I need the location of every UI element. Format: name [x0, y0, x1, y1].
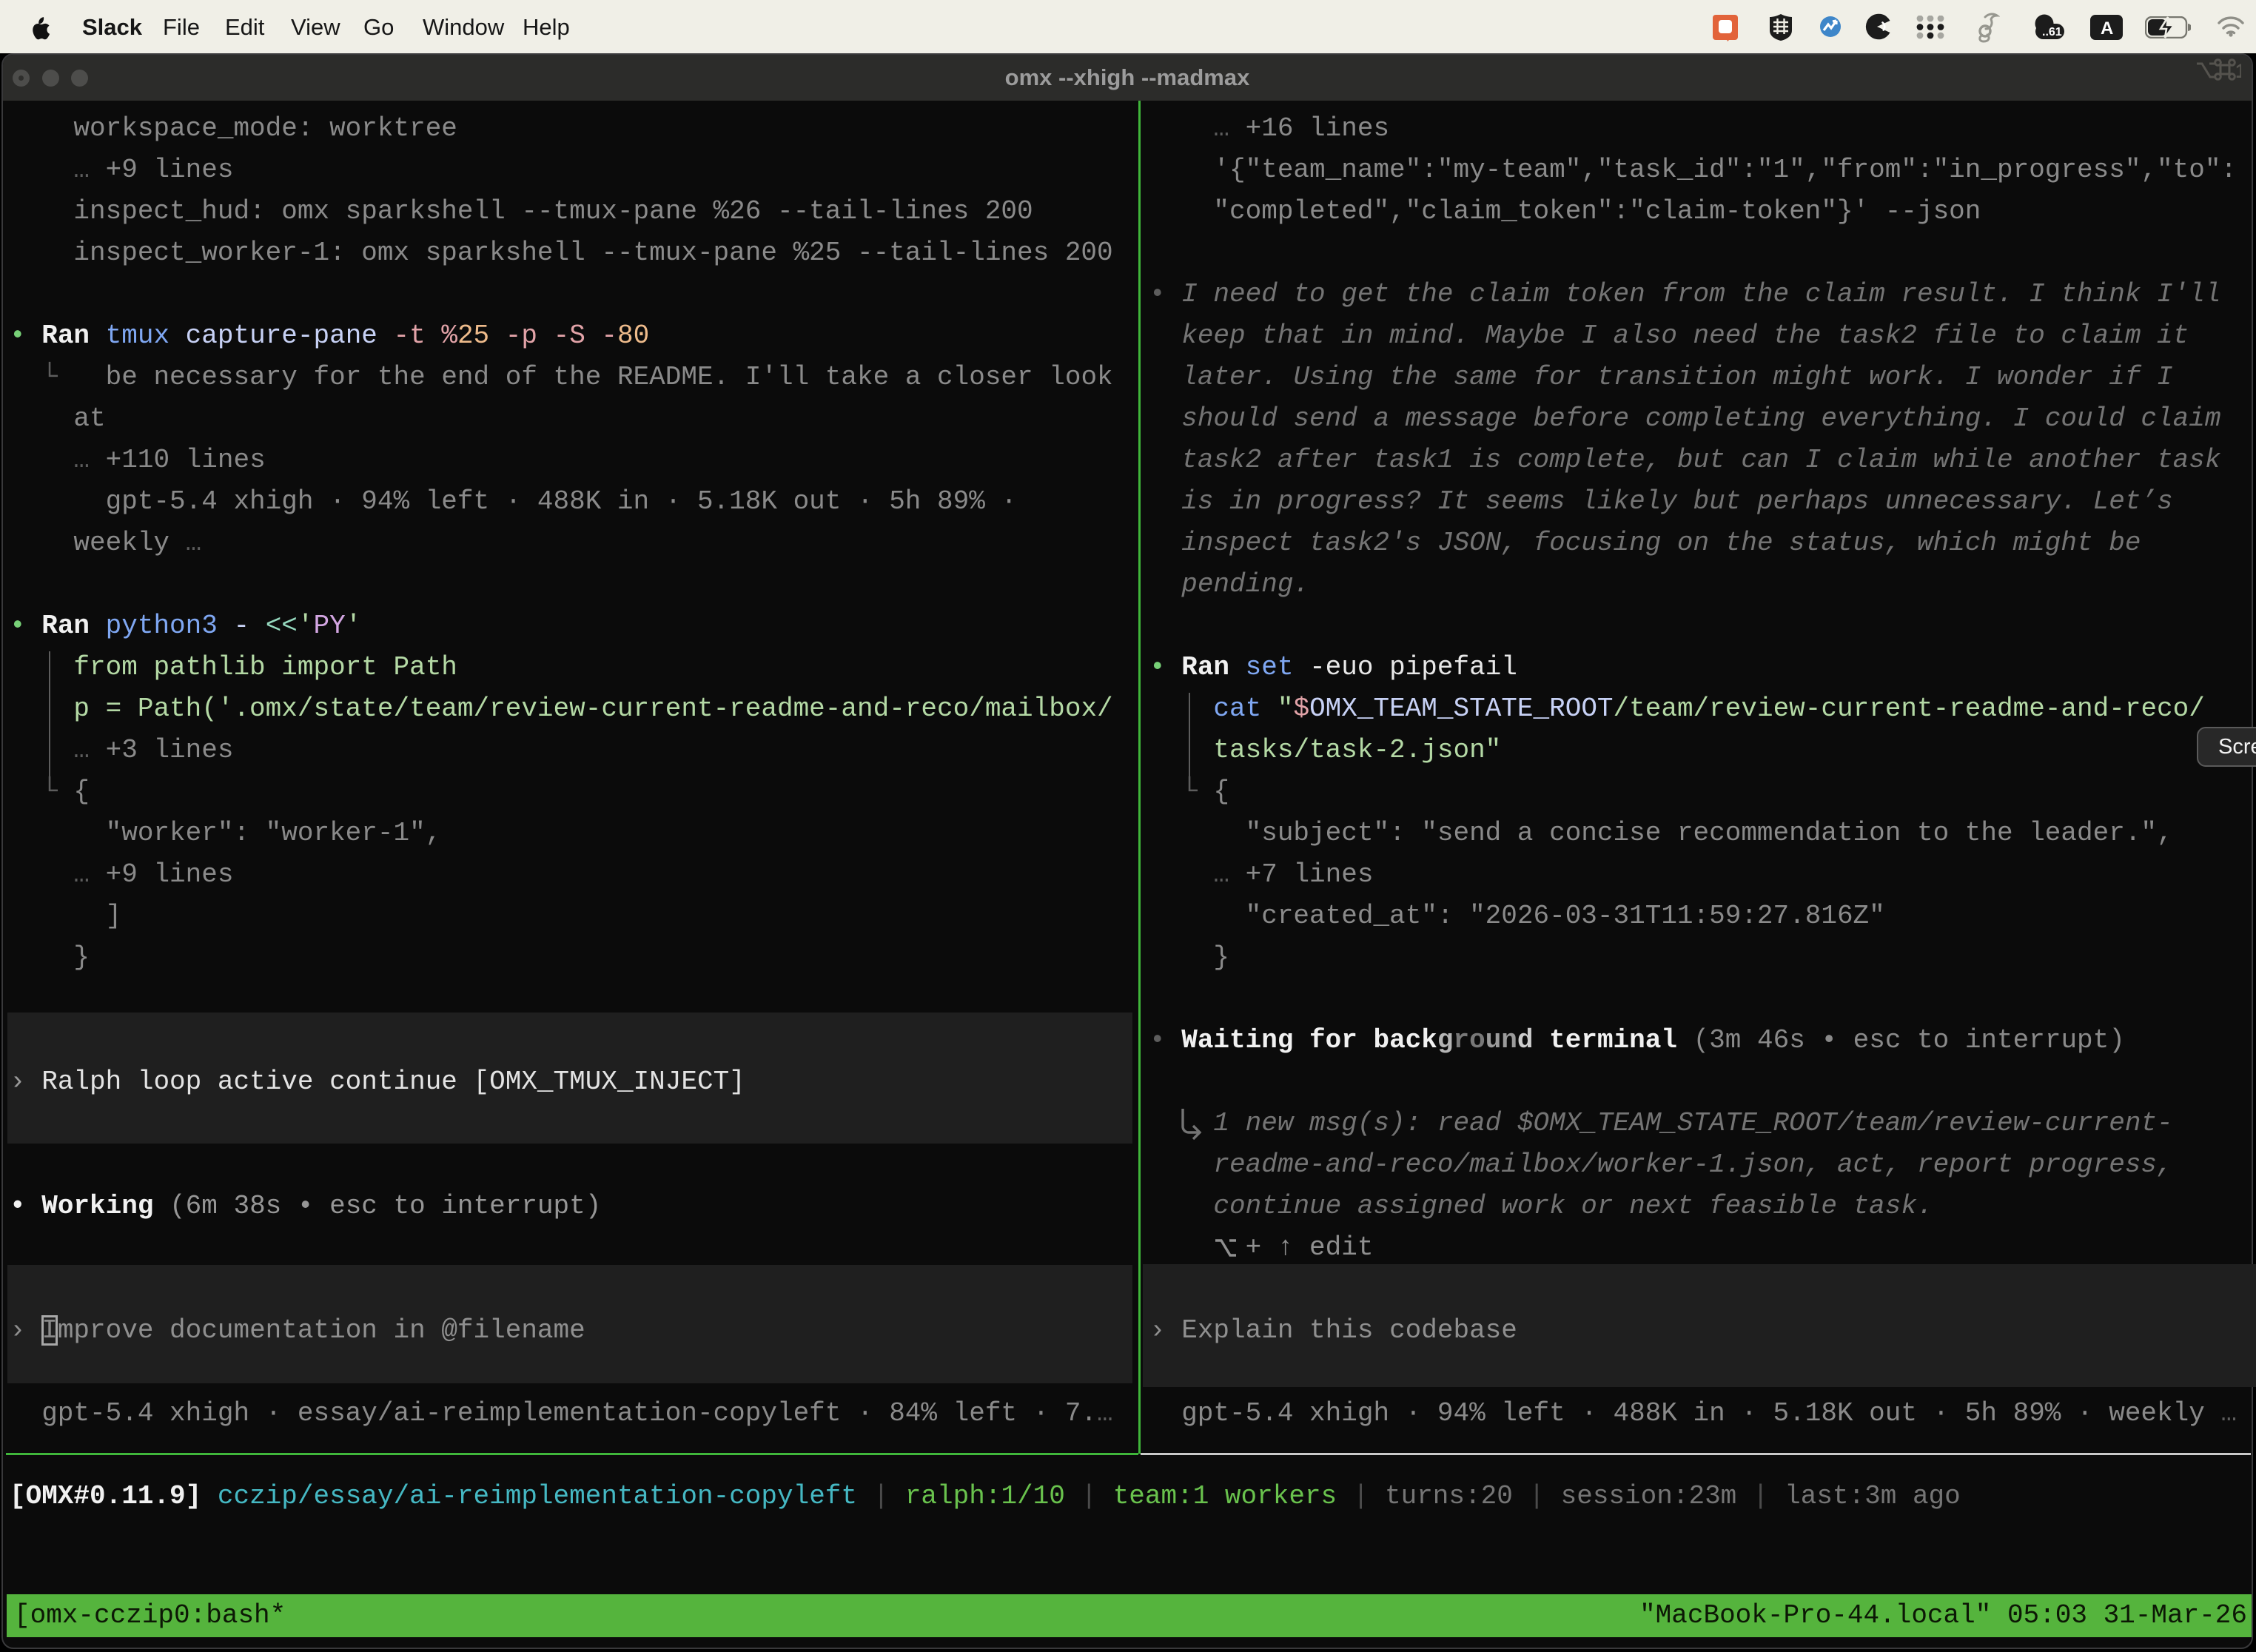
svg-text:1: 1 — [2235, 60, 2241, 82]
svg-text:..61: ..61 — [2042, 26, 2062, 38]
svg-text:A: A — [2101, 19, 2113, 38]
